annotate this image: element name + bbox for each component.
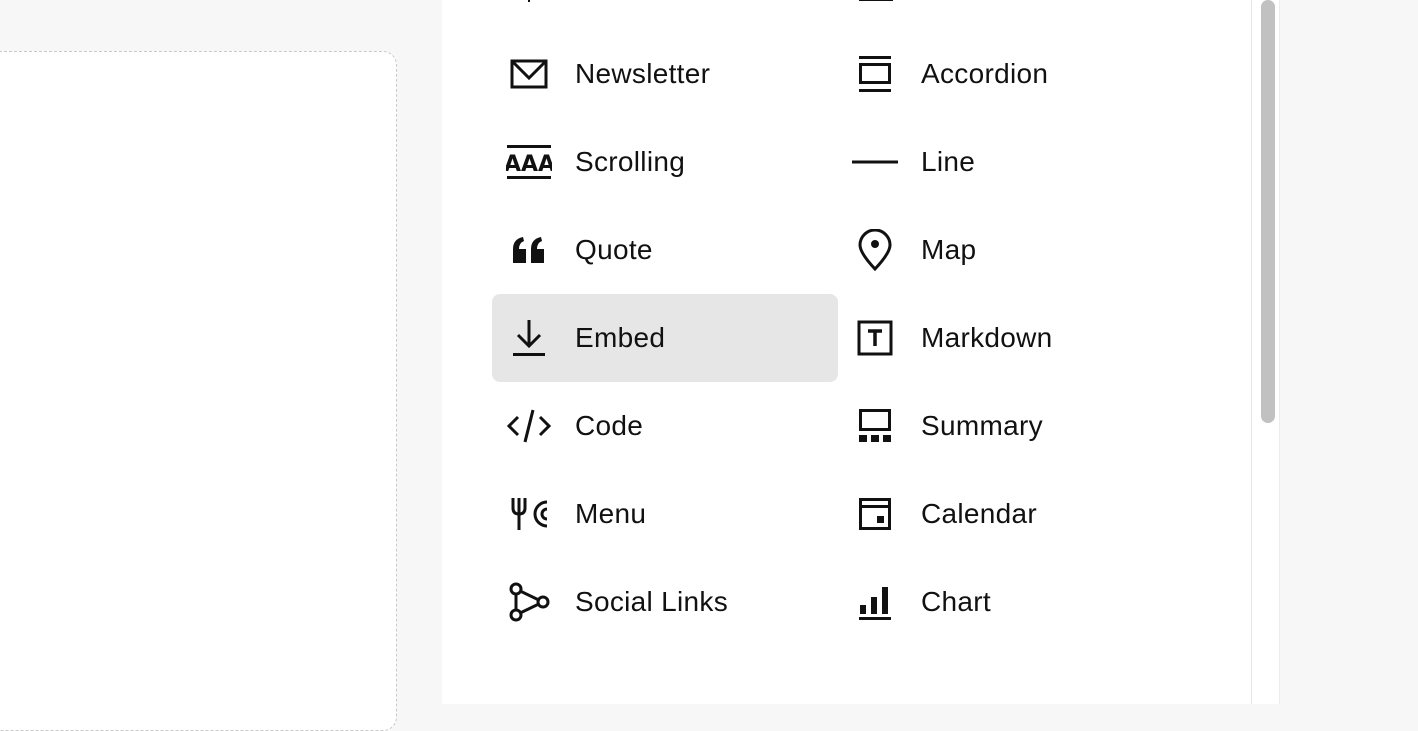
block-item-quote[interactable]: Quote	[492, 206, 838, 294]
add-block-panel: Newsletter AAA Scrolling Quote Embed Cod…	[442, 0, 1252, 704]
background-area	[1280, 0, 1418, 704]
block-item-label: Embed	[575, 322, 666, 353]
line-icon	[852, 142, 898, 182]
block-item-label: Scrolling	[575, 146, 686, 177]
fork-plate-icon	[506, 494, 552, 534]
block-item-label: Accordion	[921, 58, 1049, 89]
quote-icon	[506, 230, 552, 270]
svg-text:AAA: AAA	[506, 152, 552, 177]
block-item-accordion[interactable]: Accordion	[838, 30, 1184, 118]
calendar-icon	[852, 494, 898, 534]
block-item-label: Chart	[921, 586, 991, 617]
accordion-icon	[852, 54, 898, 94]
map-pin-icon	[852, 229, 898, 271]
page-canvas	[0, 0, 442, 731]
block-item-label: Calendar	[921, 498, 1038, 529]
cut-off-icon	[859, 0, 893, 1]
text-box-icon	[852, 318, 898, 358]
envelope-icon	[506, 54, 552, 94]
block-item-code[interactable]: Code	[492, 382, 838, 470]
block-item-label: Menu	[575, 498, 647, 529]
block-item-line[interactable]: Line	[838, 118, 1184, 206]
bar-chart-icon	[852, 582, 898, 622]
block-item-label: Map	[921, 234, 977, 265]
block-item-label: Summary	[921, 410, 1043, 441]
block-item-newsletter[interactable]: Newsletter	[492, 30, 838, 118]
block-item-scrolling[interactable]: AAA Scrolling	[492, 118, 838, 206]
block-item-label: Code	[575, 410, 644, 441]
block-item-social-links[interactable]: Social Links	[492, 558, 838, 646]
panel-scrollbar-thumb[interactable]	[1261, 0, 1275, 423]
block-item-markdown[interactable]: Markdown	[838, 294, 1184, 382]
share-nodes-icon	[506, 582, 552, 622]
cut-off-icon	[528, 0, 530, 2]
block-item-calendar[interactable]: Calendar	[838, 470, 1184, 558]
block-item-label: Newsletter	[575, 58, 711, 89]
block-item-label: Social Links	[575, 586, 729, 617]
block-item-label: Markdown	[921, 322, 1053, 353]
block-item-label: Line	[921, 146, 976, 177]
download-arrow-icon	[506, 318, 552, 358]
block-item-summary[interactable]: Summary	[838, 382, 1184, 470]
block-item-menu[interactable]: Menu	[492, 470, 838, 558]
block-item-chart[interactable]: Chart	[838, 558, 1184, 646]
scrolling-text-icon: AAA	[506, 142, 552, 182]
summary-grid-icon	[852, 406, 898, 446]
block-item-label: Quote	[575, 234, 653, 265]
block-item-embed[interactable]: Embed	[492, 294, 838, 382]
block-item-map[interactable]: Map	[838, 206, 1184, 294]
code-icon	[506, 406, 552, 446]
block-placeholder[interactable]	[0, 51, 397, 731]
